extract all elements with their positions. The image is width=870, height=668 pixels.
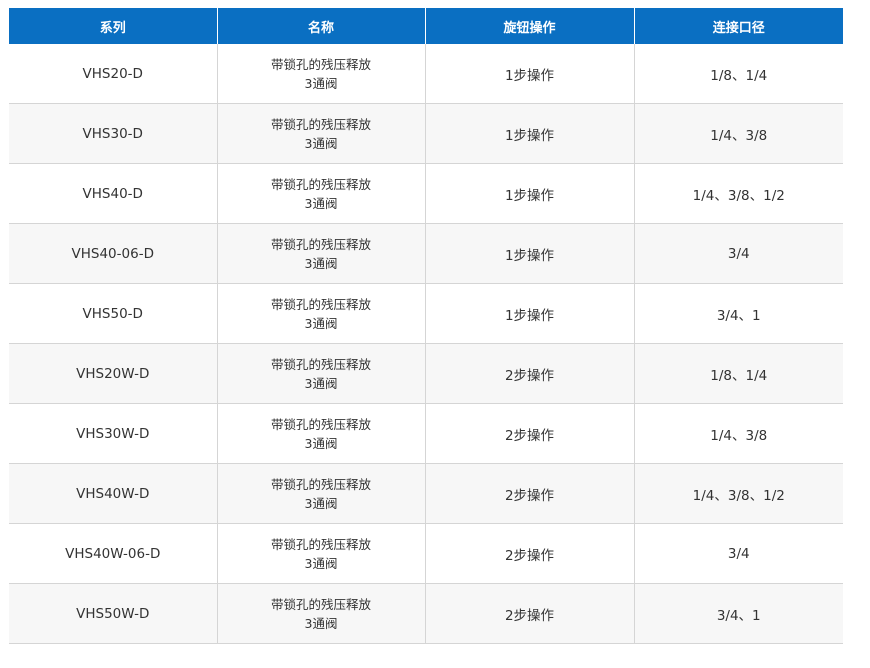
cell-name: 带锁孔的残压释放 3通阀 [217,283,426,344]
cell-port-size: 1/4、3/8、1/2 [634,463,843,524]
table-header: 系列 名称 旋钮操作 连接口径 [9,8,843,44]
cell-operation: 1步操作 [425,103,635,164]
table-row: VHS40W-D 带锁孔的残压释放 3通阀 2步操作 1/4、3/8、1/2 [9,463,843,524]
cell-operation: 2步操作 [425,403,635,464]
cell-name: 带锁孔的残压释放 3通阀 [217,403,426,464]
cell-series: VHS30-D [9,103,218,164]
cell-name-line2: 3通阀 [304,315,338,331]
cell-name: 带锁孔的残压释放 3通阀 [217,343,426,404]
cell-operation: 2步操作 [425,583,635,644]
header-series: 系列 [9,8,218,44]
cell-operation: 2步操作 [425,343,635,404]
cell-operation: 2步操作 [425,463,635,524]
cell-name-line1: 带锁孔的残压释放 [270,416,371,432]
cell-name: 带锁孔的残压释放 3通阀 [217,523,426,584]
cell-name-line1: 带锁孔的残压释放 [270,536,371,552]
cell-name-line1: 带锁孔的残压释放 [270,356,371,372]
cell-port-size: 3/4、1 [634,283,843,344]
cell-name-line1: 带锁孔的残压释放 [270,596,371,612]
table-body: VHS20-D 带锁孔的残压释放 3通阀 1步操作 1/8、1/4 VHS30-D 带锁孔的… [9,44,843,644]
cell-port-size: 1/4、3/8 [634,403,843,464]
cell-name-line1: 带锁孔的残压释放 [270,476,371,492]
cell-port-size: 1/4、3/8 [634,103,843,164]
cell-name-line2: 3通阀 [304,135,338,151]
table-row: VHS40W-06-D 带锁孔的残压释放 3通阀 2步操作 3/4 [9,523,843,584]
cell-operation: 2步操作 [425,523,635,584]
cell-operation: 1步操作 [425,223,635,284]
cell-series: VHS30W-D [9,403,218,464]
cell-port-size: 3/4、1 [634,583,843,644]
cell-series: VHS20-D [9,44,218,104]
table-row: VHS50-D 带锁孔的残压释放 3通阀 1步操作 3/4、1 [9,283,843,344]
cell-name-line2: 3通阀 [304,555,338,571]
cell-name: 带锁孔的残压释放 3通阀 [217,163,426,224]
cell-name-line2: 3通阀 [304,435,338,451]
cell-name-line1: 带锁孔的残压释放 [270,116,371,132]
table-row: VHS40-D 带锁孔的残压释放 3通阀 1步操作 1/4、3/8、1/2 [9,163,843,224]
cell-series: VHS50-D [9,283,218,344]
cell-operation: 1步操作 [425,163,635,224]
product-table-container: 系列 名称 旋钮操作 连接口径 VHS20-D 带锁孔的残压释放 3通阀 1步操作 1/… [9,8,843,644]
cell-name: 带锁孔的残压释放 3通阀 [217,223,426,284]
header-port-size: 连接口径 [634,8,843,44]
cell-series: VHS40W-06-D [9,523,218,584]
table-row: VHS30-D 带锁孔的残压释放 3通阀 1步操作 1/4、3/8 [9,103,843,164]
cell-series: VHS50W-D [9,583,218,644]
cell-name-line2: 3通阀 [304,195,338,211]
cell-series: VHS40W-D [9,463,218,524]
cell-name-line1: 带锁孔的残压释放 [270,236,371,252]
cell-series: VHS20W-D [9,343,218,404]
cell-name: 带锁孔的残压释放 3通阀 [217,583,426,644]
cell-series: VHS40-D [9,163,218,224]
product-spec-table: 系列 名称 旋钮操作 连接口径 VHS20-D 带锁孔的残压释放 3通阀 1步操作 1/… [9,8,843,644]
cell-name: 带锁孔的残压释放 3通阀 [217,103,426,164]
cell-name-line1: 带锁孔的残压释放 [270,176,371,192]
cell-name-line2: 3通阀 [304,255,338,271]
header-name: 名称 [217,8,426,44]
cell-name-line2: 3通阀 [304,75,338,91]
header-operation: 旋钮操作 [425,8,635,44]
cell-port-size: 3/4 [634,523,843,584]
cell-name-line1: 带锁孔的残压释放 [270,296,371,312]
cell-operation: 1步操作 [425,44,635,104]
cell-name: 带锁孔的残压释放 3通阀 [217,44,426,104]
table-row: VHS40-06-D 带锁孔的残压释放 3通阀 1步操作 3/4 [9,223,843,284]
cell-series: VHS40-06-D [9,223,218,284]
cell-name-line2: 3通阀 [304,375,338,391]
header-row: 系列 名称 旋钮操作 连接口径 [9,8,843,44]
cell-name-line2: 3通阀 [304,615,338,631]
table-row: VHS20-D 带锁孔的残压释放 3通阀 1步操作 1/8、1/4 [9,44,843,104]
cell-port-size: 3/4 [634,223,843,284]
cell-name-line1: 带锁孔的残压释放 [270,56,371,72]
cell-operation: 1步操作 [425,283,635,344]
cell-name-line2: 3通阀 [304,495,338,511]
cell-name: 带锁孔的残压释放 3通阀 [217,463,426,524]
table-row: VHS20W-D 带锁孔的残压释放 3通阀 2步操作 1/8、1/4 [9,343,843,404]
cell-port-size: 1/8、1/4 [634,44,843,104]
table-row: VHS30W-D 带锁孔的残压释放 3通阀 2步操作 1/4、3/8 [9,403,843,464]
cell-port-size: 1/8、1/4 [634,343,843,404]
cell-port-size: 1/4、3/8、1/2 [634,163,843,224]
table-row: VHS50W-D 带锁孔的残压释放 3通阀 2步操作 3/4、1 [9,583,843,644]
